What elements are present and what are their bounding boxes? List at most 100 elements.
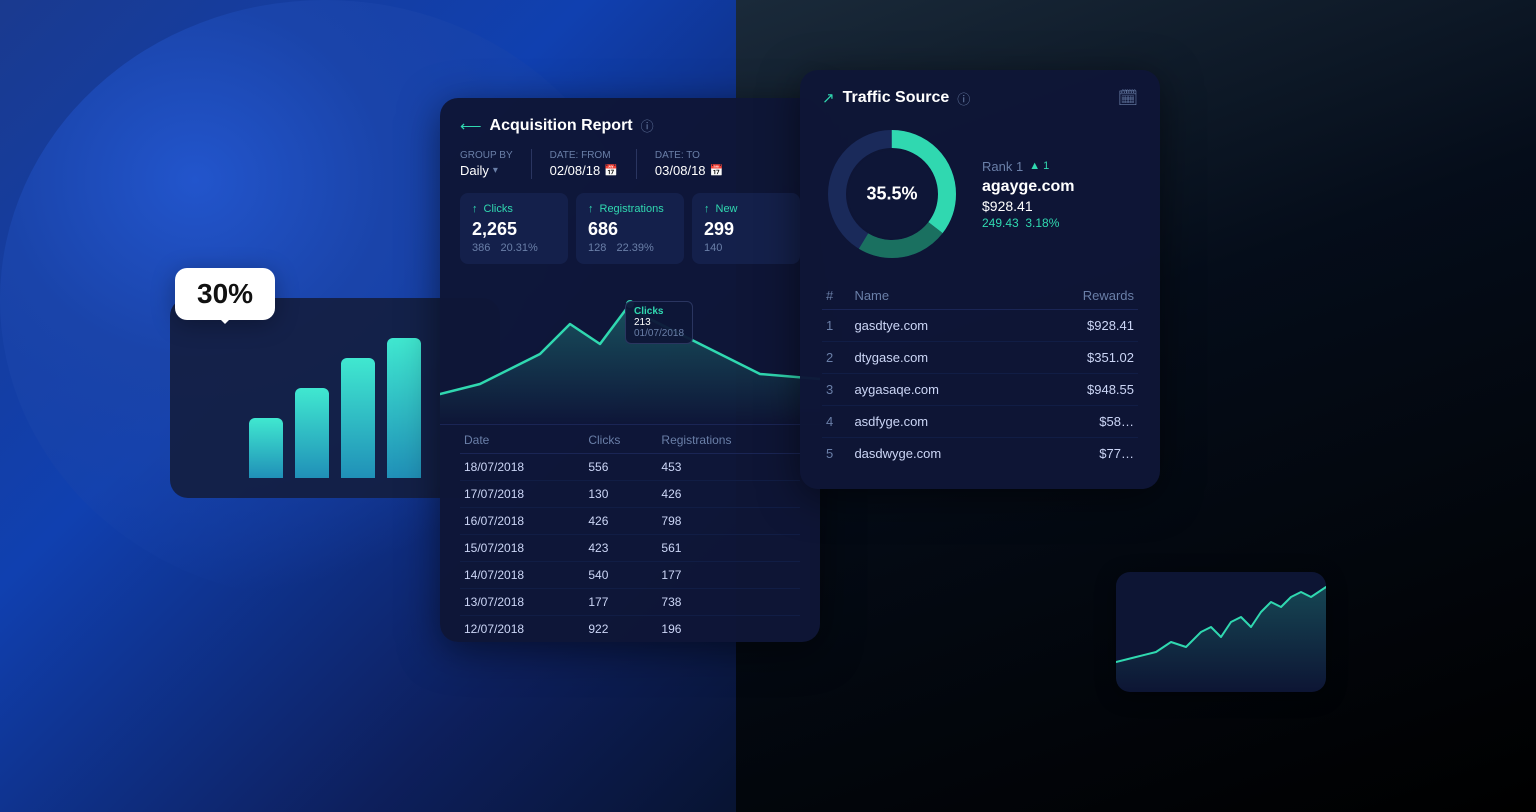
bar-2 xyxy=(295,388,329,478)
stat-value-reg: 686 xyxy=(588,219,672,240)
traffic-header: ↗ Traffic Source ⓘ 🗓 xyxy=(822,88,1138,108)
table-row: 13/07/2018 177 738 xyxy=(460,589,800,616)
table-row: 12/07/2018 922 196 xyxy=(460,616,800,643)
cell-date: 17/07/2018 xyxy=(460,481,584,508)
stat-card-new: ↑ New 299 140 xyxy=(692,193,800,264)
cell-clicks: 556 xyxy=(584,454,657,481)
table-row: 2 dtygase.com $351.02 xyxy=(822,342,1138,374)
cell-reg: 561 xyxy=(657,535,800,562)
cell-reg: 196 xyxy=(657,616,800,643)
traffic-data-table: # Name Rewards 1 gasdtye.com $928.412 dt… xyxy=(822,282,1138,469)
calendar-icon-to: 📅 xyxy=(710,164,724,177)
col-num: # xyxy=(822,282,850,310)
cell-name: aygasaqe.com xyxy=(850,374,1027,406)
filter-date-from-label: Date: From xyxy=(550,150,618,161)
stats-row: ↑ Clicks 2,265 386 20.31% ↑ Registration… xyxy=(460,193,800,264)
cell-reg: 426 xyxy=(657,481,800,508)
rank-row: Rank 1 ▲ 1 xyxy=(982,159,1138,174)
traffic-calendar-button[interactable]: 🗓 xyxy=(1118,88,1138,108)
arrow-up-icon-reg: ↑ xyxy=(588,203,594,215)
cell-name: dtygase.com xyxy=(850,342,1027,374)
donut-center-label: 35.5% xyxy=(866,184,917,205)
cell-rewards: $77… xyxy=(1027,438,1138,470)
arrow-up-icon-clicks: ↑ xyxy=(472,203,478,215)
stat-value-clicks: 2,265 xyxy=(472,219,556,240)
bar-wrap-2 xyxy=(295,338,329,478)
table-row: 17/07/2018 130 426 xyxy=(460,481,800,508)
cell-clicks: 922 xyxy=(584,616,657,643)
bar-4 xyxy=(387,338,421,478)
table-row: 14/07/2018 540 177 xyxy=(460,562,800,589)
donut-section: 35.5% Rank 1 ▲ 1 agayge.com $928.41 249.… xyxy=(822,124,1138,264)
stat-header-clicks: ↑ Clicks xyxy=(472,203,556,215)
bar-1 xyxy=(249,418,283,478)
percent-value: 30% xyxy=(197,278,253,309)
table-row: 1 gasdtye.com $928.41 xyxy=(822,310,1138,342)
filter-group-by-value[interactable]: Daily ▾ xyxy=(460,163,513,178)
acq-table: Date Clicks Registrations 18/07/2018 556… xyxy=(440,424,820,642)
stat-header-reg: ↑ Registrations xyxy=(588,203,672,215)
domain-value: $928.41 xyxy=(982,198,1138,214)
cell-name: dasdwyge.com xyxy=(850,438,1027,470)
stat-card-registrations: ↑ Registrations 686 128 22.39% xyxy=(576,193,684,264)
bar-wrap-1 xyxy=(249,338,283,478)
cell-date: 16/07/2018 xyxy=(460,508,584,535)
rank-change: ▲ 1 xyxy=(1029,160,1049,172)
traffic-header-left: ↗ Traffic Source ⓘ xyxy=(822,89,970,108)
stat-sub-reg: 128 22.39% xyxy=(588,242,672,254)
filter-date-from: Date: From 02/08/18 📅 xyxy=(550,150,618,178)
cell-rewards: $58… xyxy=(1027,406,1138,438)
cell-num: 4 xyxy=(822,406,850,438)
cell-reg: 738 xyxy=(657,589,800,616)
col-date: Date xyxy=(460,425,584,454)
filter-date-to-value[interactable]: 03/08/18 📅 xyxy=(655,163,723,178)
cell-date: 14/07/2018 xyxy=(460,562,584,589)
stat-name-new: New xyxy=(716,203,738,215)
acquisition-report-card: ⟵ Acquisition Report ⓘ Group by Daily ▾ … xyxy=(440,98,820,642)
cell-name: asdfyge.com xyxy=(850,406,1027,438)
mini-chart-svg xyxy=(1116,572,1326,692)
acq-header: ⟵ Acquisition Report ⓘ xyxy=(460,116,800,135)
table-row: 16/07/2018 426 798 xyxy=(460,508,800,535)
line-chart-area: Clicks 213 01/07/2018 xyxy=(440,264,820,424)
filter-divider-2 xyxy=(636,149,637,179)
calendar-icon-from: 📅 xyxy=(604,164,618,177)
table-row: 4 asdfyge.com $58… xyxy=(822,406,1138,438)
stat-sub-new: 140 xyxy=(704,242,788,254)
cell-clicks: 426 xyxy=(584,508,657,535)
filter-date-to-label: Date: To xyxy=(655,150,723,161)
rank-label: Rank 1 xyxy=(982,159,1023,174)
arrow-up-icon-new: ↑ xyxy=(704,203,710,215)
share-icon-traffic: ↗ xyxy=(822,89,835,107)
col-name: Name xyxy=(850,282,1027,310)
donut-chart-wrap: 35.5% xyxy=(822,124,962,264)
stat-name-clicks: Clicks xyxy=(484,203,513,215)
cell-rewards: $928.41 xyxy=(1027,310,1138,342)
table-row: 18/07/2018 556 453 xyxy=(460,454,800,481)
percent-bubble: 30% xyxy=(175,268,275,320)
traffic-info-icon: ⓘ xyxy=(957,89,970,108)
donut-info: Rank 1 ▲ 1 agayge.com $928.41 249.43 3.1… xyxy=(982,159,1138,230)
table-row: 5 dasdwyge.com $77… xyxy=(822,438,1138,470)
bar-wrap-4 xyxy=(387,338,421,478)
line-chart-svg xyxy=(440,264,820,424)
stat-value-new: 299 xyxy=(704,219,788,240)
traffic-source-card: ↗ Traffic Source ⓘ 🗓 35.5% Rank 1 ▲ 1 xyxy=(800,70,1160,489)
bar-wrap-3 xyxy=(341,338,375,478)
cell-num: 5 xyxy=(822,438,850,470)
cell-reg: 453 xyxy=(657,454,800,481)
cell-clicks: 423 xyxy=(584,535,657,562)
chevron-down-icon: ▾ xyxy=(493,165,498,176)
filter-divider-1 xyxy=(531,149,532,179)
stat-sub-clicks: 386 20.31% xyxy=(472,242,556,254)
domain-name: agayge.com xyxy=(982,178,1138,196)
cell-rewards: $948.55 xyxy=(1027,374,1138,406)
cell-clicks: 540 xyxy=(584,562,657,589)
cell-reg: 798 xyxy=(657,508,800,535)
filter-date-from-value[interactable]: 02/08/18 📅 xyxy=(550,163,618,178)
cell-date: 12/07/2018 xyxy=(460,616,584,643)
cell-date: 18/07/2018 xyxy=(460,454,584,481)
cell-num: 2 xyxy=(822,342,850,374)
col-rewards: Rewards xyxy=(1027,282,1138,310)
cell-date: 13/07/2018 xyxy=(460,589,584,616)
